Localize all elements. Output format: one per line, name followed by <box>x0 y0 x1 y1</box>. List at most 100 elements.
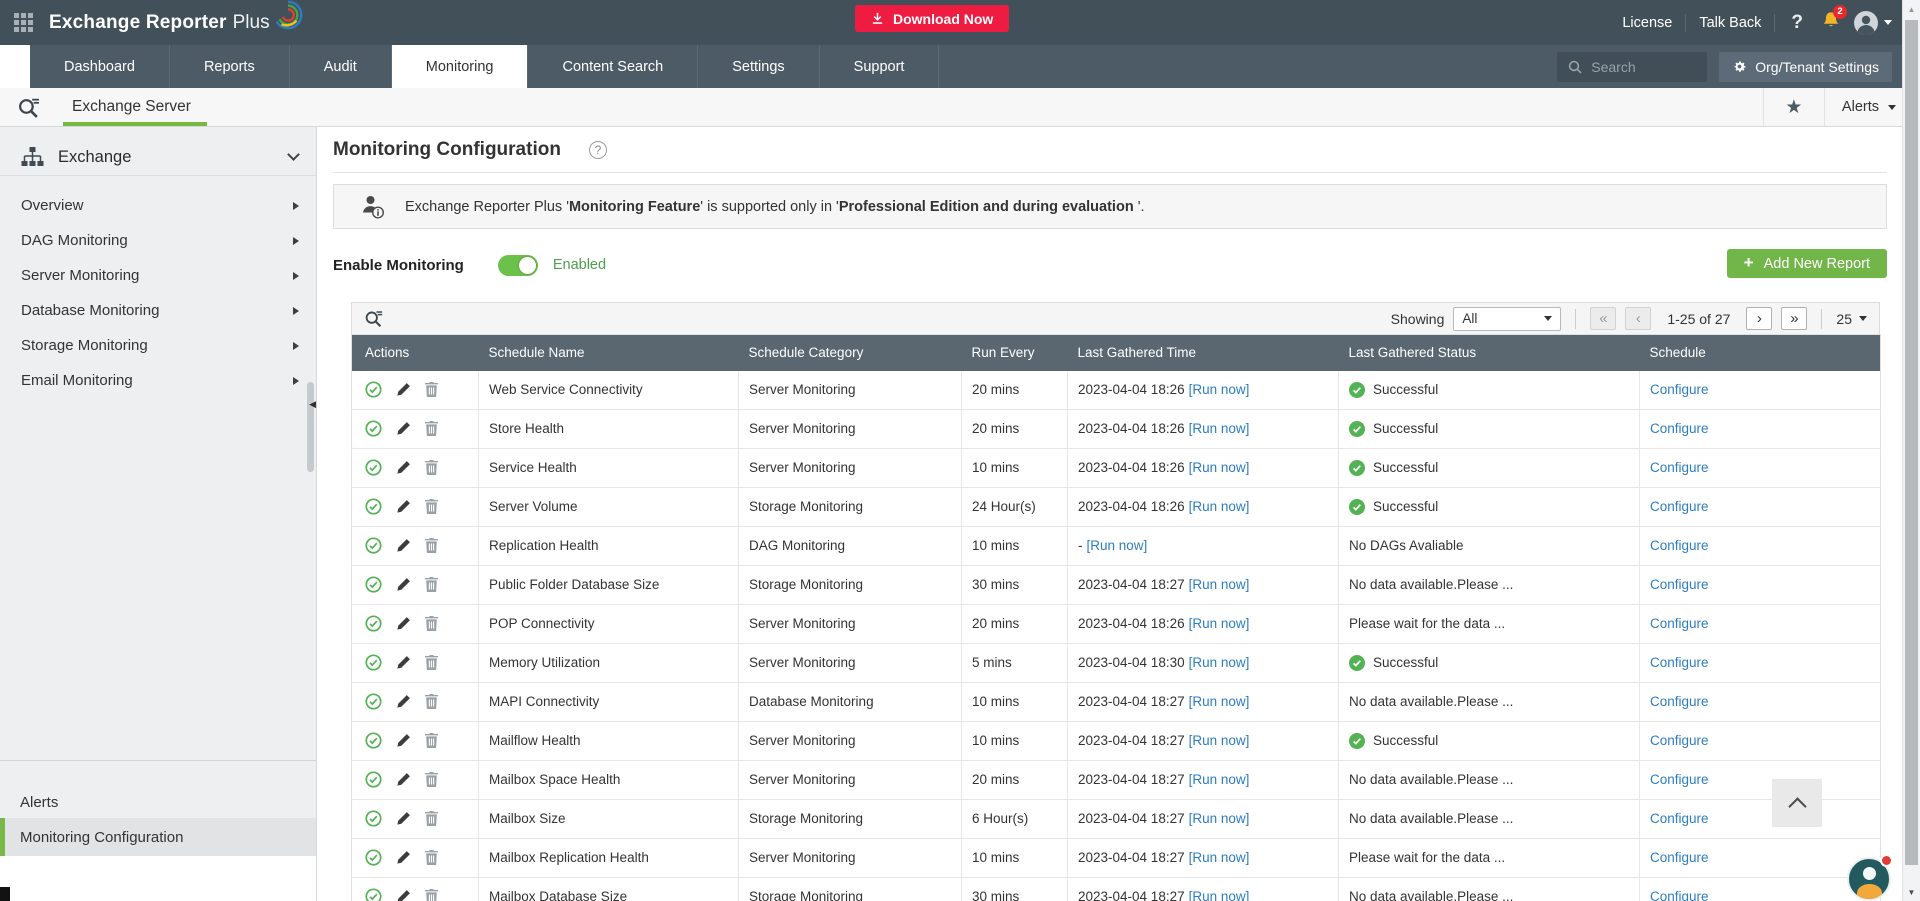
sidebar-item[interactable]: Database Monitoring <box>0 293 316 328</box>
configure-link[interactable]: Configure <box>1650 538 1709 553</box>
notifications-bell-icon[interactable]: 2 <box>1822 11 1840 35</box>
run-now-link[interactable]: [Run now] <box>1189 733 1250 748</box>
enable-schedule-icon[interactable] <box>365 420 382 437</box>
configure-link[interactable]: Configure <box>1650 460 1709 475</box>
enable-schedule-icon[interactable] <box>365 576 382 593</box>
add-new-report-button[interactable]: + Add New Report <box>1727 249 1887 278</box>
column-header[interactable]: Actions <box>352 335 479 371</box>
delete-schedule-icon[interactable] <box>425 577 438 592</box>
table-search-icon[interactable] <box>364 309 383 328</box>
edit-schedule-icon[interactable] <box>396 577 411 592</box>
configure-link[interactable]: Configure <box>1650 616 1709 631</box>
run-now-link[interactable]: [Run now] <box>1189 460 1250 475</box>
delete-schedule-icon[interactable] <box>425 655 438 670</box>
enable-schedule-icon[interactable] <box>365 849 382 866</box>
enable-schedule-icon[interactable] <box>365 654 382 671</box>
edit-schedule-icon[interactable] <box>396 850 411 865</box>
global-search-input[interactable]: Search <box>1557 52 1707 82</box>
run-now-link[interactable]: [Run now] <box>1189 382 1250 397</box>
filter-search-icon[interactable] <box>17 96 40 119</box>
enable-schedule-icon[interactable] <box>365 771 382 788</box>
nav-tab[interactable]: Content Search <box>528 45 698 88</box>
delete-schedule-icon[interactable] <box>425 733 438 748</box>
sidebar-item[interactable]: DAG Monitoring <box>0 223 316 258</box>
column-header[interactable]: Schedule <box>1640 335 1881 371</box>
breadcrumb-tab[interactable]: Exchange Server <box>68 88 195 126</box>
run-now-link[interactable]: [Run now] <box>1189 577 1250 592</box>
configure-link[interactable]: Configure <box>1650 850 1709 865</box>
nav-tab[interactable]: Support <box>820 45 940 88</box>
license-link[interactable]: License <box>1622 15 1672 31</box>
scrollbar-up-icon[interactable]: ▲ <box>1903 0 1920 18</box>
delete-schedule-icon[interactable] <box>425 811 438 826</box>
enable-schedule-icon[interactable] <box>365 459 382 476</box>
column-header[interactable]: Schedule Category <box>739 335 962 371</box>
edit-schedule-icon[interactable] <box>396 694 411 709</box>
sidebar-collapse-handle[interactable]: ◀ <box>309 399 316 410</box>
enable-schedule-icon[interactable] <box>365 537 382 554</box>
configure-link[interactable]: Configure <box>1650 694 1709 709</box>
enable-schedule-icon[interactable] <box>365 693 382 710</box>
prev-page-button[interactable]: ‹ <box>1625 307 1651 330</box>
edit-schedule-icon[interactable] <box>396 889 411 901</box>
edit-schedule-icon[interactable] <box>396 382 411 397</box>
configure-link[interactable]: Configure <box>1650 382 1709 397</box>
talk-back-link[interactable]: Talk Back <box>1699 15 1761 31</box>
edit-schedule-icon[interactable] <box>396 499 411 514</box>
configure-link[interactable]: Configure <box>1650 577 1709 592</box>
page-size-select[interactable]: 25 <box>1836 311 1867 327</box>
run-now-link[interactable]: [Run now] <box>1189 889 1250 901</box>
configure-link[interactable]: Configure <box>1650 499 1709 514</box>
nav-tab[interactable]: Settings <box>698 45 819 88</box>
nav-tab[interactable]: Monitoring <box>392 45 529 88</box>
sidebar-item[interactable]: Server Monitoring <box>0 258 316 293</box>
chat-support-icon[interactable] <box>1847 857 1891 901</box>
app-grid-icon[interactable] <box>14 13 33 32</box>
delete-schedule-icon[interactable] <box>425 499 438 514</box>
scroll-to-top-button[interactable] <box>1772 779 1822 827</box>
sidebar-item[interactable]: Alerts <box>0 786 316 818</box>
run-now-link[interactable]: [Run now] <box>1189 850 1250 865</box>
enable-schedule-icon[interactable] <box>365 732 382 749</box>
configure-link[interactable]: Configure <box>1650 421 1709 436</box>
delete-schedule-icon[interactable] <box>425 850 438 865</box>
help-icon[interactable]: ? <box>1788 12 1806 34</box>
delete-schedule-icon[interactable] <box>425 460 438 475</box>
run-now-link[interactable]: [Run now] <box>1087 538 1148 553</box>
nav-tab[interactable]: Audit <box>290 45 392 88</box>
sidebar-item[interactable]: Email Monitoring <box>0 363 316 398</box>
run-now-link[interactable]: [Run now] <box>1189 694 1250 709</box>
delete-schedule-icon[interactable] <box>425 421 438 436</box>
enable-schedule-icon[interactable] <box>365 888 382 901</box>
nav-tab[interactable]: Dashboard <box>30 45 170 88</box>
first-page-button[interactable]: « <box>1590 307 1616 330</box>
delete-schedule-icon[interactable] <box>425 694 438 709</box>
alerts-dropdown[interactable]: Alerts <box>1825 99 1900 115</box>
delete-schedule-icon[interactable] <box>425 772 438 787</box>
delete-schedule-icon[interactable] <box>425 538 438 553</box>
edit-schedule-icon[interactable] <box>396 460 411 475</box>
delete-schedule-icon[interactable] <box>425 616 438 631</box>
edit-schedule-icon[interactable] <box>396 811 411 826</box>
edit-schedule-icon[interactable] <box>396 772 411 787</box>
delete-schedule-icon[interactable] <box>425 382 438 397</box>
nav-tab[interactable]: Reports <box>170 45 290 88</box>
sidebar-item[interactable]: Overview <box>0 188 316 223</box>
edit-schedule-icon[interactable] <box>396 421 411 436</box>
favorite-star-icon[interactable]: ★ <box>1763 88 1825 126</box>
column-header[interactable]: Last Gathered Time <box>1068 335 1339 371</box>
sidebar-section-exchange[interactable]: Exchange <box>0 127 316 176</box>
sidebar-item[interactable]: Storage Monitoring <box>0 328 316 363</box>
last-page-button[interactable]: » <box>1781 307 1807 330</box>
edit-schedule-icon[interactable] <box>396 616 411 631</box>
page-scrollbar[interactable]: ▲ ▼ <box>1902 0 1920 901</box>
sidebar-scrollbar-thumb[interactable] <box>307 382 314 472</box>
edit-schedule-icon[interactable] <box>396 733 411 748</box>
showing-filter-select[interactable]: All <box>1453 307 1561 331</box>
download-now-button[interactable]: Download Now <box>855 5 1009 32</box>
enable-schedule-icon[interactable] <box>365 810 382 827</box>
next-page-button[interactable]: › <box>1746 307 1772 330</box>
user-avatar-icon[interactable] <box>1853 10 1892 36</box>
help-circle-icon[interactable]: ? <box>589 141 607 159</box>
run-now-link[interactable]: [Run now] <box>1189 811 1250 826</box>
